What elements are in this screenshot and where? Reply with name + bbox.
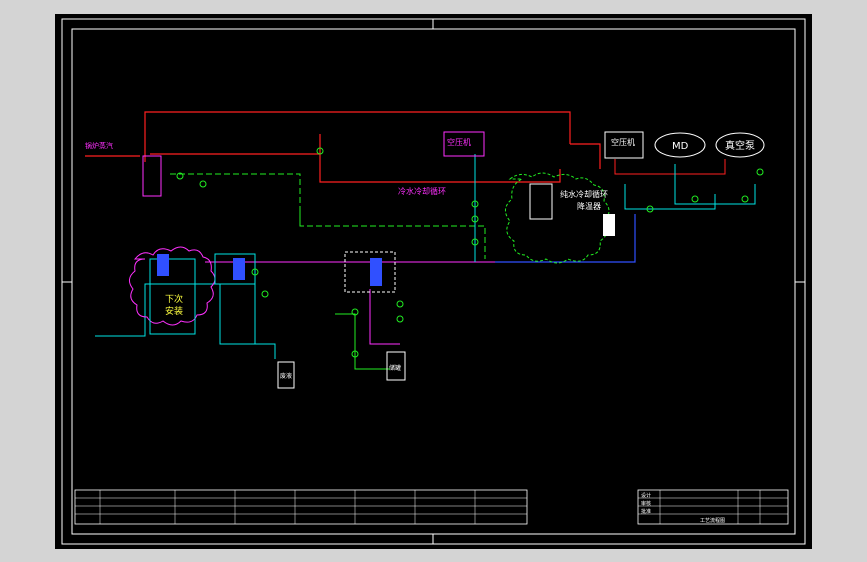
- title-row-1: 设计: [641, 492, 651, 499]
- cooler-tank: [529, 183, 553, 220]
- boiler-vessel: [142, 155, 162, 197]
- compressor-line: [614, 159, 726, 175]
- chilled-water-label: 冷水冷却循环: [398, 186, 446, 196]
- inner-frame: [71, 28, 796, 535]
- md-label: MD: [672, 141, 689, 152]
- instrument-8: [261, 290, 269, 298]
- cyan-bucket-line: [254, 274, 276, 359]
- drawing-sheet: 下次 安装 纯水冷却循环 降温器 锅炉蒸汽 空压机 空压机 MD 真空泵 冷水冷…: [55, 14, 812, 549]
- next-install-label-1: 下次: [165, 293, 183, 305]
- air-compressor-label: 空压机: [447, 137, 471, 147]
- title-row-3: 批准: [641, 508, 651, 515]
- drawing-title: 工艺流程图: [700, 517, 725, 524]
- next-install-label-2: 安装: [165, 305, 183, 317]
- title-block: 设计 审核 批准 工艺流程图: [637, 489, 789, 525]
- magenta-branch: [369, 289, 400, 345]
- instrument-11: [396, 315, 404, 323]
- instrument-16: [756, 168, 764, 176]
- cooler-unit: [603, 214, 615, 236]
- steam-in-label: 锅炉蒸汽: [85, 141, 113, 150]
- cad-viewport[interactable]: 下次 安装 纯水冷却循环 降温器 锅炉蒸汽 空压机 空压机 MD 真空泵 冷水冷…: [0, 0, 867, 562]
- cooler-label-1: 纯水冷却循环: [560, 189, 608, 199]
- instrument-10: [396, 300, 404, 308]
- instrument-14: [691, 195, 699, 203]
- legend-table: [74, 489, 528, 525]
- green-drain-line: [335, 313, 390, 370]
- tank-label: 储罐: [389, 364, 401, 372]
- cooler-cloud: [505, 172, 610, 264]
- steam-line-right: [570, 143, 601, 169]
- process-flow-diagram: 下次 安装 纯水冷却循环 降温器 锅炉蒸汽 空压机 空压机 MD 真空泵 冷水冷…: [61, 18, 806, 545]
- vessel-mid: [233, 258, 245, 280]
- vessel-center: [370, 258, 382, 286]
- vessel-left: [157, 254, 169, 276]
- cyan-right-line: [624, 184, 716, 210]
- bucket-label: 废液: [280, 372, 292, 380]
- air-compressor-2-label: 空压机: [611, 137, 635, 147]
- cooler-label-2: 降温器: [577, 201, 601, 211]
- instrument-3: [199, 180, 207, 188]
- title-row-2: 审核: [641, 500, 651, 507]
- instrument-15: [741, 195, 749, 203]
- outer-frame: [61, 18, 806, 545]
- vacuum-pump-label: 真空泵: [725, 139, 755, 152]
